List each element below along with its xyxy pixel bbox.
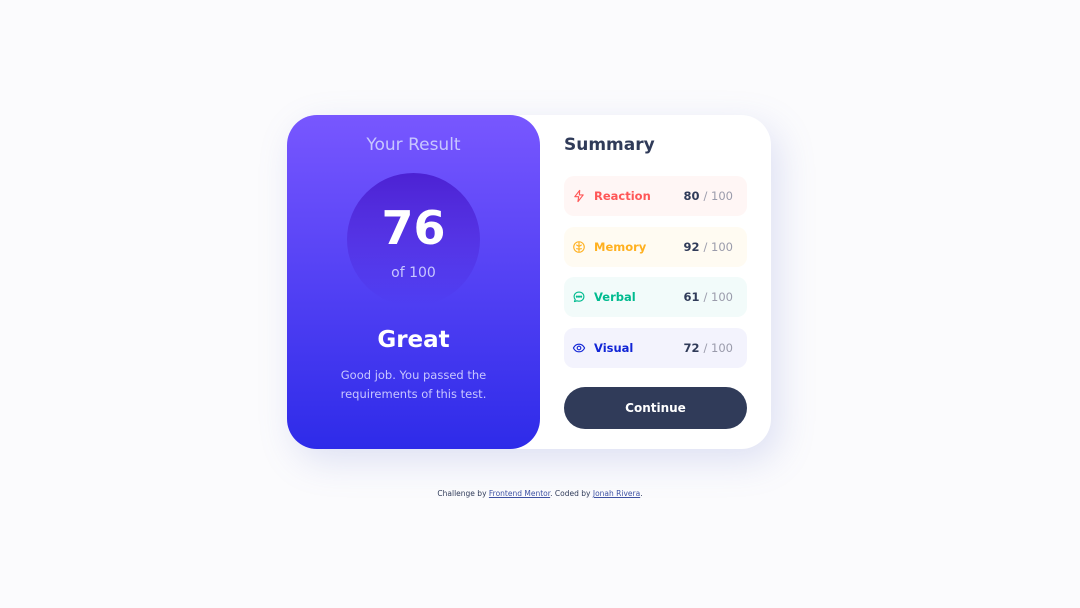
brain-icon: [572, 240, 586, 254]
footer-prefix: Challenge by: [437, 489, 487, 498]
summary-title: Summary: [564, 135, 655, 155]
summary-row-max: / 100: [703, 189, 733, 203]
page: Your Result 76 of 100 Great Good job. Yo…: [0, 0, 1080, 608]
results-summary-card: Your Result 76 of 100 Great Good job. Yo…: [287, 115, 771, 449]
summary-row-label: Verbal: [594, 290, 636, 304]
summary-row-max: / 100: [703, 341, 733, 355]
summary-row-score: 72: [683, 341, 700, 355]
summary-row-max: / 100: [703, 240, 733, 254]
score-of: of 100: [391, 265, 436, 281]
author-link[interactable]: Jonah Rivera: [593, 489, 640, 498]
summary-row-memory: Memory 92 / 100: [564, 227, 747, 267]
footer-middle: . Coded by: [550, 489, 591, 498]
summary-row-max: / 100: [703, 290, 733, 304]
attribution-footer: Challenge by Frontend Mentor. Coded by J…: [0, 489, 1080, 498]
summary-row-visual: Visual 72 / 100: [564, 328, 747, 368]
result-panel: Your Result 76 of 100 Great Good job. Yo…: [287, 115, 540, 449]
frontend-mentor-link[interactable]: Frontend Mentor: [489, 489, 550, 498]
eye-icon: [572, 341, 586, 355]
summary-row-label: Visual: [594, 341, 634, 355]
speech-bubble-icon: [572, 290, 586, 304]
summary-row-score: 92: [683, 240, 700, 254]
summary-row-score: 80: [683, 189, 700, 203]
result-title: Your Result: [366, 135, 461, 155]
result-rating: Great: [377, 327, 450, 353]
summary-row-reaction: Reaction 80 / 100: [564, 176, 747, 216]
score-circle: 76 of 100: [347, 173, 480, 306]
result-message: Good job. You passed the requirements of…: [340, 368, 487, 401]
summary-row-label: Reaction: [594, 189, 651, 203]
summary-row-score: 61: [683, 290, 700, 304]
summary-panel: Summary Reaction 80 / 100 Memory 92 / 10…: [564, 115, 747, 449]
footer-suffix: .: [640, 489, 643, 498]
summary-row-verbal: Verbal 61 / 100: [564, 277, 747, 317]
score-value: 76: [381, 201, 446, 255]
summary-row-label: Memory: [594, 240, 647, 254]
lightning-icon: [572, 189, 586, 203]
continue-button[interactable]: Continue: [564, 387, 747, 429]
